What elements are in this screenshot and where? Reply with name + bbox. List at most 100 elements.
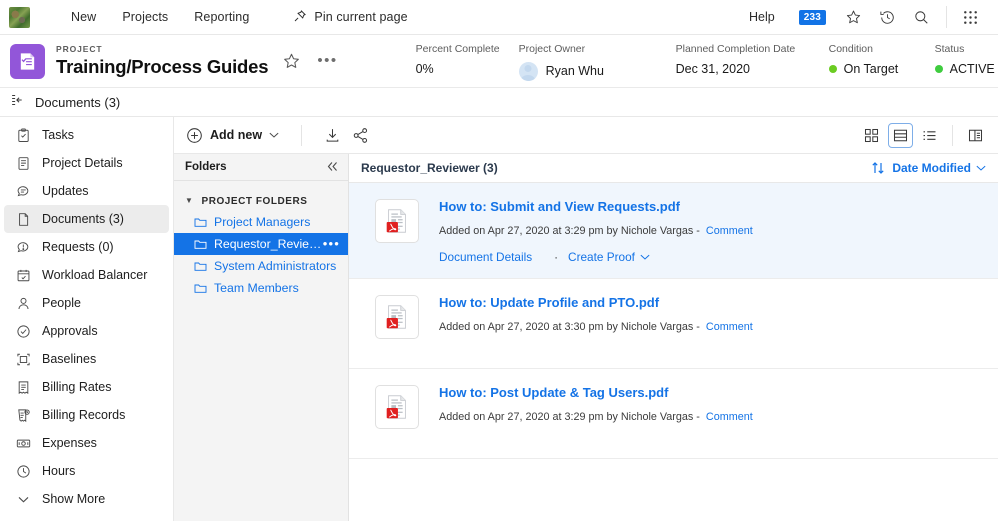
document-row[interactable]: How to: Submit and View Requests.pdf Add… <box>349 183 998 279</box>
sidebar-item-label: Billing Records <box>42 408 125 422</box>
folder-item-project-managers[interactable]: Project Managers <box>174 211 348 233</box>
person-icon <box>14 294 32 312</box>
sidebar-item-requests[interactable]: Requests (0) <box>4 233 169 261</box>
sidebar-item-show-more[interactable]: Show More <box>4 485 169 513</box>
comment-lines-icon <box>14 182 32 200</box>
folders-header: Folders <box>174 154 348 181</box>
project-type-icon <box>10 44 45 79</box>
detail-panel-view-button[interactable] <box>963 123 988 148</box>
field-status: Status ACTIVE <box>935 42 995 76</box>
page-icon <box>14 210 32 228</box>
documents-toolbar: Add new <box>174 117 998 154</box>
folder-label: Requestor_Reviewer <box>214 237 323 251</box>
nav-projects[interactable]: Projects <box>109 10 181 24</box>
status-badge: ACTIVE <box>950 62 995 76</box>
field-condition: Condition On Target <box>829 42 935 76</box>
sidebar-item-people[interactable]: People <box>4 289 169 317</box>
comment-link[interactable]: Comment <box>706 225 753 237</box>
document-meta: Added on Apr 27, 2020 at 3:30 pm by Nich… <box>439 320 753 334</box>
workfront-logo[interactable] <box>9 7 30 28</box>
view-divider <box>952 125 953 146</box>
field-project-owner: Project Owner Ryan Whu <box>519 42 676 81</box>
document-info: How to: Update Profile and PTO.pdf Added… <box>439 293 753 354</box>
row-view-button[interactable] <box>888 123 913 148</box>
sidebar-item-billing-rates[interactable]: Billing Rates <box>4 373 169 401</box>
tree-root-project-folders[interactable]: ▼ PROJECT FOLDERS <box>174 191 348 211</box>
toolbar-divider <box>301 125 302 146</box>
sidebar-item-approvals[interactable]: Approvals <box>4 317 169 345</box>
folder-item-system-administrators[interactable]: System Administrators <box>174 255 348 277</box>
pdf-file-icon[interactable] <box>375 295 419 339</box>
document-title-link[interactable]: How to: Update Profile and PTO.pdf <box>439 295 753 311</box>
sidebar-item-hours[interactable]: Hours <box>4 457 169 485</box>
document-row[interactable]: How to: Post Update & Tag Users.pdf Adde… <box>349 369 998 459</box>
folder-tree: ▼ PROJECT FOLDERS Project Managers Reque… <box>174 181 348 299</box>
nav-reporting[interactable]: Reporting <box>181 10 262 24</box>
project-favorite-star-icon[interactable] <box>282 52 301 71</box>
project-more-menu[interactable]: ••• <box>317 56 337 66</box>
sidebar-item-label: Baselines <box>42 352 96 366</box>
body: Tasks Project Details Updates Documents … <box>0 117 998 521</box>
global-nav-links: New Projects Reporting Pin current page <box>58 9 421 26</box>
create-proof-link[interactable]: Create Proof <box>568 250 635 264</box>
add-new-button[interactable]: Add new <box>186 127 279 144</box>
document-title-link[interactable]: How to: Submit and View Requests.pdf <box>439 199 753 215</box>
plus-circle-icon <box>186 127 203 144</box>
clipboard-check-icon <box>14 126 32 144</box>
sidebar: Tasks Project Details Updates Documents … <box>0 117 174 521</box>
sort-control[interactable]: Date Modified <box>871 161 986 175</box>
document-meta: Added on Apr 27, 2020 at 3:29 pm by Nich… <box>439 410 753 424</box>
document-meta-text: Added on Apr 27, 2020 at 3:29 pm by Nich… <box>439 411 700 423</box>
sidebar-item-billing-records[interactable]: Billing Records <box>4 401 169 429</box>
share-icon[interactable] <box>346 121 374 149</box>
comment-link[interactable]: Comment <box>706 411 753 423</box>
sidebar-item-documents[interactable]: Documents (3) <box>4 205 169 233</box>
sidebar-item-tasks[interactable]: Tasks <box>4 121 169 149</box>
document-details-link[interactable]: Document Details <box>439 250 532 264</box>
folder-label: System Administrators <box>214 259 340 273</box>
avatar[interactable] <box>519 62 538 81</box>
download-icon[interactable] <box>318 121 346 149</box>
folder-item-team-members[interactable]: Team Members <box>174 277 348 299</box>
sidebar-item-updates[interactable]: Updates <box>4 177 169 205</box>
sidebar-item-expenses[interactable]: Expenses <box>4 429 169 457</box>
sidebar-item-workload-balancer[interactable]: Workload Balancer <box>4 261 169 289</box>
nav-divider <box>946 6 947 28</box>
folder-label: Team Members <box>214 281 340 295</box>
grid-view-button[interactable] <box>859 123 884 148</box>
sidebar-item-label: Tasks <box>42 128 74 142</box>
sidebar-item-project-details[interactable]: Project Details <box>4 149 169 177</box>
field-label: Planned Completion Date <box>676 42 829 56</box>
collapse-panel-icon[interactable] <box>11 93 26 112</box>
circle-check-icon <box>14 322 32 340</box>
pdf-file-icon[interactable] <box>375 385 419 429</box>
document-list-panel: Requestor_Reviewer (3) Date Modified <box>349 154 998 521</box>
nav-new[interactable]: New <box>58 10 109 24</box>
document-row[interactable]: How to: Update Profile and PTO.pdf Added… <box>349 279 998 369</box>
document-title-link[interactable]: How to: Post Update & Tag Users.pdf <box>439 385 753 401</box>
pin-current-page-button[interactable]: Pin current page <box>280 9 420 26</box>
project-fields: Percent Complete 0% Project Owner Ryan W… <box>416 42 995 81</box>
document-info: How to: Submit and View Requests.pdf Add… <box>439 197 753 264</box>
chevron-down-icon <box>14 490 32 508</box>
comment-link[interactable]: Comment <box>706 321 753 333</box>
field-percent-complete: Percent Complete 0% <box>416 42 519 76</box>
search-icon[interactable] <box>904 2 938 32</box>
sidebar-item-label: People <box>42 296 81 310</box>
folders-title: Folders <box>185 161 326 173</box>
folder-icon <box>194 283 207 294</box>
app-grid-icon[interactable] <box>953 2 987 32</box>
sort-label: Date Modified <box>892 161 971 175</box>
notification-badge[interactable]: 233 <box>799 10 826 25</box>
recent-history-icon[interactable] <box>870 2 904 32</box>
double-chevron-left-icon[interactable] <box>326 161 339 174</box>
folder-item-requestor-reviewer[interactable]: Requestor_Reviewer ••• <box>174 233 348 255</box>
documents-area: Add new <box>174 117 998 521</box>
help-link[interactable]: Help <box>735 10 789 24</box>
chevron-down-icon[interactable] <box>640 250 650 264</box>
compact-list-view-button[interactable] <box>917 123 942 148</box>
pdf-file-icon[interactable] <box>375 199 419 243</box>
sidebar-item-baselines[interactable]: Baselines <box>4 345 169 373</box>
favorites-star-icon[interactable] <box>836 2 870 32</box>
folder-more-menu[interactable]: ••• <box>323 240 340 248</box>
